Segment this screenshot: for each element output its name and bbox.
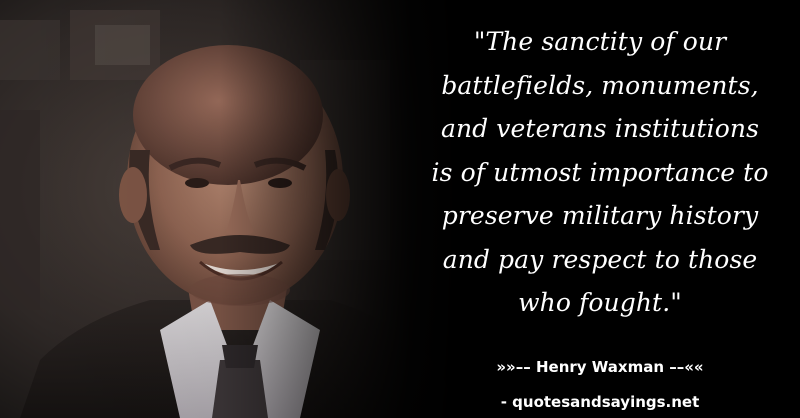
quote-line: battlefields, monuments, bbox=[441, 70, 759, 100]
quote-text: "The sanctity of our battlefields, monum… bbox=[405, 20, 795, 325]
quote-block: "The sanctity of our battlefields, monum… bbox=[405, 20, 795, 325]
quote-attribution: »»–– Henry Waxman ––«« bbox=[405, 357, 795, 377]
quote-line: preserve military history bbox=[441, 201, 759, 230]
quote-line: and pay respect to those bbox=[442, 244, 758, 274]
attribution-prefix: »»–– bbox=[496, 358, 536, 376]
quote-line: "The sanctity of our bbox=[473, 27, 727, 56]
quote-line: and veterans institutions bbox=[440, 114, 760, 143]
author-name: Henry Waxman bbox=[535, 358, 665, 376]
quote-line: is of utmost importance to bbox=[431, 157, 769, 187]
source-credit: - quotesandsayings.net bbox=[500, 393, 700, 411]
attribution-suffix: ––«« bbox=[664, 358, 704, 376]
quote-line: who fought." bbox=[518, 288, 682, 317]
quote-card: "The sanctity of our battlefields, monum… bbox=[0, 0, 800, 418]
